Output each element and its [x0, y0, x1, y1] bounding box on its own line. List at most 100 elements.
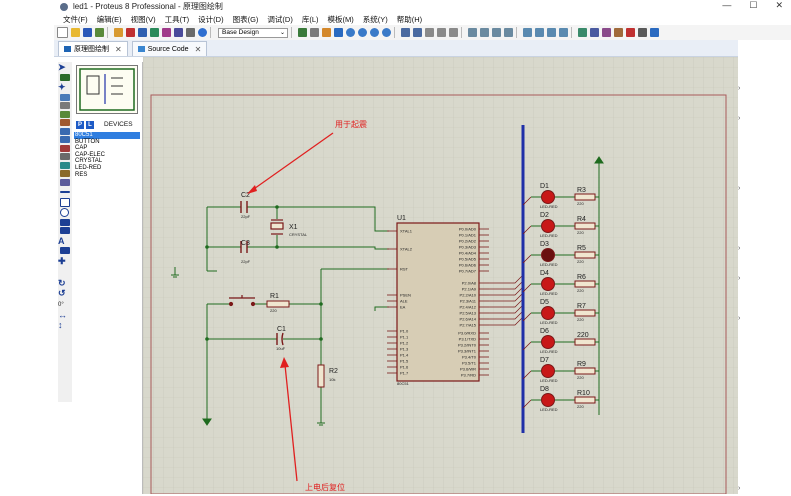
chevron-right-icon[interactable]: ›: [738, 485, 740, 492]
bus-icon[interactable]: [60, 110, 70, 118]
close-icon[interactable]: ✕: [115, 45, 122, 54]
zoom-area-icon[interactable]: [382, 28, 391, 37]
make-device-icon[interactable]: [535, 28, 544, 37]
copy-icon[interactable]: [437, 28, 446, 37]
gerber-icon[interactable]: [162, 28, 171, 37]
grid-icon[interactable]: [310, 28, 319, 37]
menu-system[interactable]: 系统(Y): [363, 14, 388, 25]
graph-icon[interactable]: [60, 144, 70, 152]
electrical-rule-check-icon[interactable]: [650, 28, 659, 37]
zoom-out-icon[interactable]: [358, 28, 367, 37]
line-tool-icon[interactable]: [60, 190, 70, 193]
menu-design[interactable]: 设计(D): [198, 14, 223, 25]
undo-icon[interactable]: [401, 28, 410, 37]
property-tool-icon[interactable]: [602, 28, 611, 37]
import-icon[interactable]: [95, 28, 104, 37]
block-delete-icon[interactable]: [504, 28, 513, 37]
device-item-button[interactable]: BUTTON: [74, 139, 140, 146]
search-icon[interactable]: [590, 28, 599, 37]
bill-of-materials-icon[interactable]: [638, 28, 647, 37]
wire-autoroute-icon[interactable]: [578, 28, 587, 37]
home-icon[interactable]: [114, 28, 123, 37]
pick-devices-button[interactable]: P: [76, 120, 84, 129]
rotate-clockwise-icon[interactable]: ↻: [58, 278, 66, 288]
wire-label-icon[interactable]: [60, 93, 70, 101]
origin-icon[interactable]: [322, 28, 331, 37]
chevron-right-icon[interactable]: ›: [738, 275, 740, 282]
junction-dot-icon[interactable]: ✦: [58, 82, 66, 92]
minimize-button[interactable]: —: [722, 0, 731, 11]
bom-icon[interactable]: [186, 28, 195, 37]
device-pins-icon[interactable]: [60, 136, 70, 143]
paste-icon[interactable]: [449, 28, 458, 37]
device-item-led-red[interactable]: LED-RED: [74, 165, 140, 172]
open-folder-icon[interactable]: [71, 28, 80, 37]
mirror-horizontal-icon[interactable]: ↔: [58, 310, 67, 320]
path-tool-icon[interactable]: [60, 227, 70, 234]
pick-device-icon[interactable]: [523, 28, 532, 37]
selection-mode-icon[interactable]: ➤: [58, 62, 66, 72]
pcb-icon[interactable]: [150, 28, 159, 37]
packaging-icon[interactable]: [547, 28, 556, 37]
cut-icon[interactable]: [425, 28, 434, 37]
help-icon[interactable]: [198, 28, 207, 37]
code-icon[interactable]: [174, 28, 183, 37]
menu-tools[interactable]: 工具(T): [165, 14, 190, 25]
netlist-icon[interactable]: [626, 28, 635, 37]
mirror-vertical-icon[interactable]: ↕: [58, 320, 63, 330]
circle-tool-icon[interactable]: [60, 208, 69, 217]
device-item-cap-elec[interactable]: CAP-ELEC: [74, 152, 140, 159]
menu-view[interactable]: 视图(V): [131, 14, 156, 25]
block-copy-icon[interactable]: [468, 28, 477, 37]
menu-help[interactable]: 帮助(H): [397, 14, 422, 25]
zoom-in-icon[interactable]: [346, 28, 355, 37]
device-item-crystal[interactable]: CRYSTAL: [74, 158, 140, 165]
redo-icon[interactable]: [413, 28, 422, 37]
symbol-tool-icon[interactable]: [60, 247, 70, 254]
design-select[interactable]: Base Design ⌄: [218, 27, 288, 38]
generator-icon[interactable]: [60, 161, 70, 169]
schematic-drawing[interactable]: C2 22pF C3 22pF X1 CRYSTAL R1 220 C1 10u…: [143, 57, 738, 495]
device-item-cap[interactable]: CAP: [74, 145, 140, 152]
maximize-button[interactable]: ☐: [749, 0, 757, 11]
new-file-icon[interactable]: [57, 27, 68, 38]
subcircuit-icon[interactable]: [60, 119, 70, 126]
chevron-right-icon[interactable]: ›: [738, 185, 740, 192]
text-tool-icon[interactable]: A: [58, 236, 65, 246]
isis-icon[interactable]: [138, 28, 147, 37]
device-item-res[interactable]: RES: [74, 172, 140, 179]
chevron-right-icon[interactable]: ›: [738, 115, 740, 122]
close-button[interactable]: ✕: [775, 0, 783, 11]
pan-icon[interactable]: [334, 28, 343, 37]
menu-template[interactable]: 模板(M): [328, 14, 354, 25]
schematic-canvas[interactable]: C2 22pF C3 22pF X1 CRYSTAL R1 220 C1 10u…: [143, 57, 738, 495]
rotate-anticlockwise-icon[interactable]: ↺: [58, 288, 66, 298]
menu-edit[interactable]: 编辑(E): [97, 14, 122, 25]
design-explorer-icon[interactable]: [614, 28, 623, 37]
component-icon[interactable]: [126, 28, 135, 37]
voltage-probe-icon[interactable]: [60, 170, 70, 177]
menu-graph[interactable]: 图表(G): [233, 14, 259, 25]
close-icon[interactable]: ✕: [195, 45, 202, 54]
tab-schematic[interactable]: 原理图绘制 ✕: [58, 41, 128, 56]
chevron-right-icon[interactable]: ›: [738, 85, 740, 92]
tape-recorder-icon[interactable]: [60, 153, 70, 160]
box-tool-icon[interactable]: [60, 197, 70, 207]
menu-debug[interactable]: 调试(D): [267, 14, 292, 25]
terminals-icon[interactable]: [60, 127, 70, 135]
component-mode-icon[interactable]: [60, 73, 70, 81]
tab-source-code[interactable]: Source Code ✕: [131, 41, 208, 56]
menu-library[interactable]: 库(L): [302, 14, 319, 25]
block-move-icon[interactable]: [480, 28, 489, 37]
decompose-icon[interactable]: [559, 28, 568, 37]
menu-file[interactable]: 文件(F): [63, 14, 88, 25]
arc-tool-icon[interactable]: [60, 218, 70, 226]
refresh-icon[interactable]: [298, 28, 307, 37]
zoom-all-icon[interactable]: [370, 28, 379, 37]
text-script-icon[interactable]: [60, 102, 70, 109]
save-icon[interactable]: [83, 28, 92, 37]
virtual-instruments-icon[interactable]: [60, 178, 70, 186]
library-manager-button[interactable]: L: [86, 120, 94, 129]
chevron-right-icon[interactable]: ›: [738, 315, 740, 322]
block-rotate-icon[interactable]: [492, 28, 501, 37]
